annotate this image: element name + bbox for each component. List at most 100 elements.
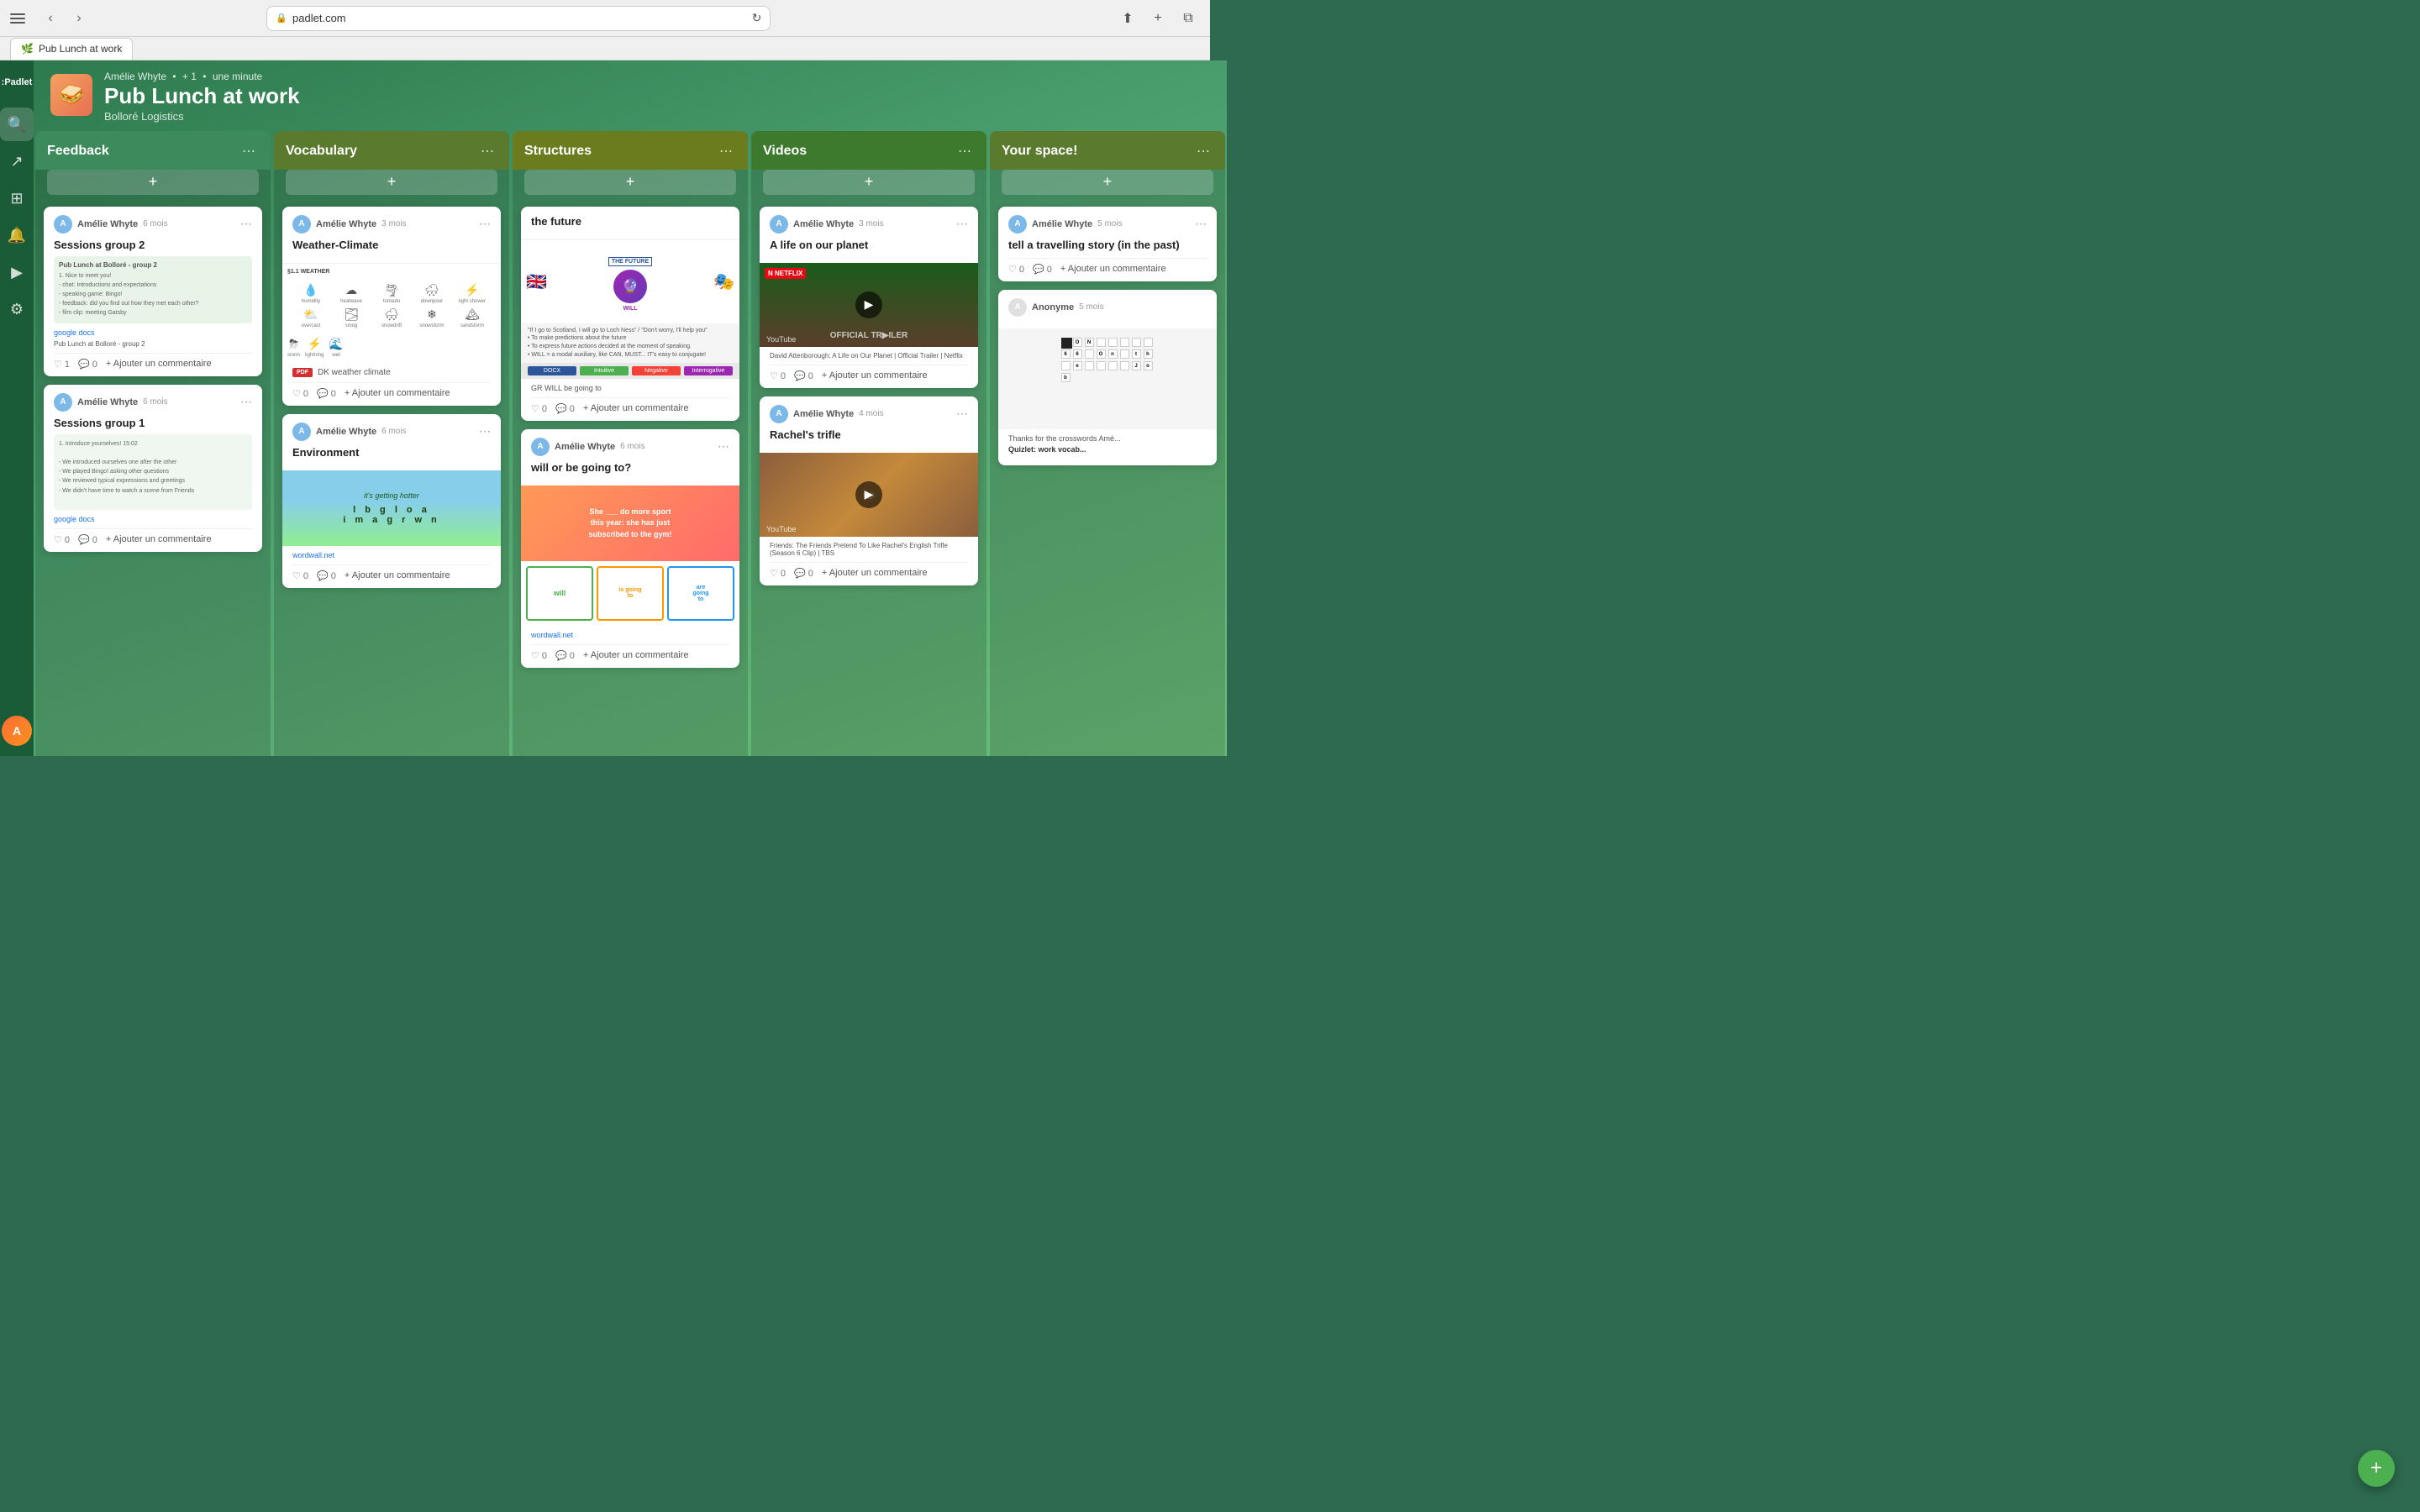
like-btn[interactable]: ♡ 1 <box>54 359 70 370</box>
comment-btn-2[interactable]: 💬 0 <box>78 534 97 545</box>
youtube-label-rachel: YouTube <box>766 525 796 533</box>
card-avatar: A <box>54 215 72 234</box>
card-menu-will[interactable]: ⋯ <box>718 439 729 454</box>
play-overlay-rachel[interactable]: ▶ <box>855 481 882 508</box>
fab-add-btn[interactable]: + <box>2358 1450 2395 1487</box>
add-comment-att[interactable]: + Ajouter un commentaire <box>822 370 928 381</box>
card-menu-weather[interactable]: ⋯ <box>479 217 491 231</box>
add-comment-rachel[interactable]: + Ajouter un commentaire <box>822 568 928 578</box>
like-btn-rachel[interactable]: ♡ 0 <box>770 568 786 579</box>
card-menu-btn[interactable]: ⋯ <box>240 217 252 231</box>
add-comment-story[interactable]: + Ajouter un commentaire <box>1060 264 1166 274</box>
meta-author: Amélie Whyte <box>104 71 166 82</box>
column-menu-videos[interactable]: ⋯ <box>955 141 975 161</box>
crossword-caption: Thanks for the crosswords Amé... <box>1008 434 1207 443</box>
share-icon: ↗ <box>10 153 23 171</box>
card-menu-att[interactable]: ⋯ <box>956 217 968 231</box>
card-menu-env[interactable]: ⋯ <box>479 424 491 438</box>
comment-btn-future[interactable]: 💬 0 <box>555 403 575 414</box>
netflix-badge: N NETFLIX <box>765 268 806 279</box>
card-attenborough: A Amélie Whyte 3 mois ⋯ A life on our pl… <box>760 207 978 388</box>
bell-btn[interactable]: 🔔 <box>0 218 34 252</box>
user-avatar[interactable]: A <box>2 716 32 746</box>
add-comment-btn-2[interactable]: + Ajouter un commentaire <box>106 534 212 544</box>
add-comment-env[interactable]: + Ajouter un commentaire <box>345 570 450 580</box>
card-image-crossword: O N 6 6 O n <box>998 328 1217 429</box>
card-author-rachel: Amélie Whyte <box>793 409 854 419</box>
card-content-area: Pub Lunch at Bolloré - group 2 1. Nice t… <box>54 256 252 323</box>
like-btn-story[interactable]: ♡ 0 <box>1008 264 1024 275</box>
add-card-vocabulary[interactable]: + <box>286 170 497 195</box>
card-time-weather: 3 mois <box>381 219 406 228</box>
like-btn-2[interactable]: ♡ 0 <box>54 534 70 545</box>
column-header-videos: Videos ⋯ <box>751 131 986 170</box>
add-card-yourspace[interactable]: + <box>1002 170 1213 195</box>
card-image-will: She ___ do more sportthis year: she has … <box>521 486 739 561</box>
cards-videos: A Amélie Whyte 3 mois ⋯ A life on our pl… <box>751 203 986 756</box>
card-image-env: it's getting hotter l b g l o a i m a g … <box>282 470 501 546</box>
add-comment-weather[interactable]: + Ajouter un commentaire <box>345 388 450 398</box>
column-menu-vocabulary[interactable]: ⋯ <box>477 141 497 161</box>
forward-btn[interactable]: › <box>67 7 91 30</box>
like-btn-env[interactable]: ♡ 0 <box>292 570 308 581</box>
add-comment-btn[interactable]: + Ajouter un commentaire <box>106 359 212 369</box>
column-menu-feedback[interactable]: ⋯ <box>239 141 259 161</box>
add-comment-future[interactable]: + Ajouter un commentaire <box>583 403 689 413</box>
column-menu-yourspace[interactable]: ⋯ <box>1193 141 1213 161</box>
add-card-structures[interactable]: + <box>524 170 736 195</box>
add-card-videos[interactable]: + <box>763 170 975 195</box>
reload-btn[interactable]: ↻ <box>752 11 762 25</box>
view-btn[interactable]: ⊞ <box>0 181 34 215</box>
card-menu-btn-2[interactable]: ⋯ <box>240 395 252 409</box>
address-bar[interactable]: 🔒 padlet.com ↻ <box>266 6 771 31</box>
browser-controls: ‹ › <box>10 7 91 30</box>
play-btn[interactable]: ▶ <box>0 255 34 289</box>
card-author: Amélie Whyte <box>77 219 138 229</box>
comment-btn-story[interactable]: 💬 0 <box>1033 264 1052 275</box>
card-title-2: Sessions group 1 <box>54 417 252 429</box>
add-comment-will[interactable]: + Ajouter un commentaire <box>583 650 689 660</box>
comment-btn-will[interactable]: 💬 0 <box>555 650 575 661</box>
column-menu-structures[interactable]: ⋯ <box>716 141 736 161</box>
search-btn[interactable]: 🔍 <box>0 108 34 141</box>
padlet-org: Bolloré Logistics <box>104 110 1210 123</box>
new-tab-btn[interactable]: + <box>1146 7 1170 30</box>
card-footer-rachel: ♡ 0 💬 0 + Ajouter un commentaire <box>770 562 968 579</box>
card-image-weather: §1.1 WEATHER 💧humidity ☁heatwave 🌪tornad… <box>282 263 501 363</box>
comment-btn-rachel[interactable]: 💬 0 <box>794 568 813 579</box>
card-avatar-2: A <box>54 393 72 412</box>
tabs-btn[interactable]: ⧉ <box>1176 7 1200 30</box>
settings-btn[interactable]: ⚙ <box>0 292 34 326</box>
card-weather-climate: A Amélie Whyte 3 mois ⋯ Weather-Climate … <box>282 207 501 406</box>
meta-plus: + 1 <box>182 71 197 82</box>
card-avatar-will: A <box>531 438 550 456</box>
comment-btn-weather[interactable]: 💬 0 <box>317 388 336 399</box>
like-btn-weather[interactable]: ♡ 0 <box>292 388 308 399</box>
card-time-2: 6 mois <box>143 397 167 407</box>
card-footer-2: ♡ 0 💬 0 + Ajouter un commentaire <box>54 528 252 545</box>
comment-btn[interactable]: 💬 0 <box>78 359 97 370</box>
like-btn-att[interactable]: ♡ 0 <box>770 370 786 381</box>
sidebar-toggle-btn[interactable] <box>10 10 34 27</box>
column-title-videos: Videos <box>763 144 807 159</box>
share-sidebar-btn[interactable]: ↗ <box>0 144 34 178</box>
like-btn-future[interactable]: ♡ 0 <box>531 403 547 414</box>
comment-btn-env[interactable]: 💬 0 <box>317 570 336 581</box>
like-btn-will[interactable]: ♡ 0 <box>531 650 547 661</box>
wordwall-env-link[interactable]: wordwall.net <box>292 551 491 559</box>
comment-btn-att[interactable]: 💬 0 <box>794 370 813 381</box>
back-btn[interactable]: ‹ <box>39 7 62 30</box>
active-tab[interactable]: 🌿 Pub Lunch at work <box>10 38 133 60</box>
card-menu-rachel[interactable]: ⋯ <box>956 407 968 421</box>
card-header-rachel: A Amélie Whyte 4 mois ⋯ <box>770 405 968 423</box>
column-structures: Structures ⋯ + the future 🇬🇧 THE FUTURE <box>513 131 748 756</box>
share-btn[interactable]: ⬆ <box>1116 7 1139 30</box>
wordwall-will-link[interactable]: wordwall.net <box>531 631 729 639</box>
card-link-googledocs-2[interactable]: google docs <box>54 515 252 523</box>
card-link-googledocs[interactable]: google docs <box>54 328 252 337</box>
play-overlay-att[interactable]: ▶ <box>855 291 882 318</box>
card-menu-story[interactable]: ⋯ <box>1195 217 1207 231</box>
card-avatar-story: A <box>1008 215 1027 234</box>
quizlet-link[interactable]: Quizlet: work vocab... <box>1008 445 1207 454</box>
add-card-feedback[interactable]: + <box>47 170 259 195</box>
